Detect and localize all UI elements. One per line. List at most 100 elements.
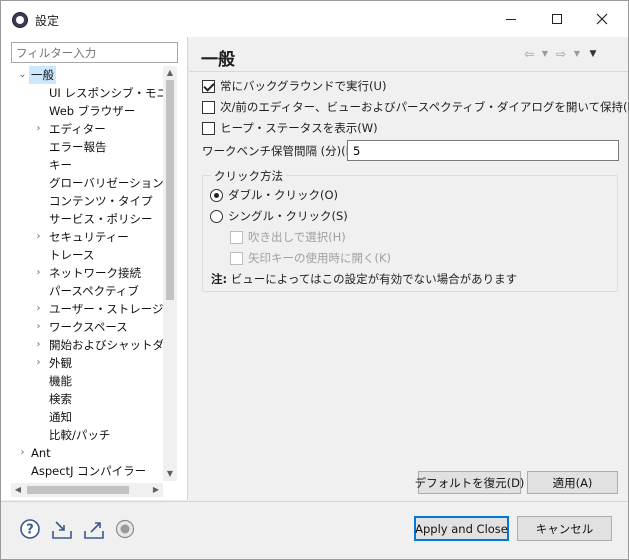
tree-item[interactable]: キー [1,156,163,174]
tree-item[interactable]: AspectJ コンパイラー [1,462,163,480]
maximize-icon [552,14,562,24]
double-click-option[interactable]: ダブル・クリック(O) [210,186,338,204]
note-text: ビューによってはこの設定が有効でない場合があります [227,272,518,286]
single-click-radio[interactable] [210,209,223,223]
tree-item-label: 外観 [49,356,72,370]
tree-item-label: キー [49,158,72,172]
note-prefix: 注: [211,272,228,286]
tree-item[interactable]: Web ブラウザー [1,102,163,120]
tree-item-label: セキュリティー [49,230,129,244]
tree-item[interactable]: ⌄ 一般 [1,66,163,84]
tree-item-label: サービス・ポリシー [49,212,153,226]
select-on-hover-label: 吹き出しで選択(H) [248,230,346,244]
tree-item-label: 検索 [49,392,72,406]
show-heap-checkbox[interactable] [202,121,215,135]
close-button[interactable] [579,1,625,37]
scroll-left-icon[interactable]: ◀ [11,483,25,497]
tree-item-label: AspectJ コンパイラー [31,464,147,478]
tree-item[interactable]: グローバリゼーション [1,174,163,192]
keep-next-prev-option[interactable]: 次/前のエディター、ビューおよびパースペクティブ・ダイアログを開いて保持(N) [202,98,629,116]
tree-item[interactable]: 通知 [1,408,163,426]
tree-item[interactable]: › ネットワーク接続 [1,264,163,282]
tree-item[interactable]: › ユーザー・ストレージ・サー [1,300,164,318]
page-title: 一般 [201,50,235,70]
oomph-setup-icon[interactable] [114,518,136,540]
tree-item[interactable]: 機能 [1,372,163,390]
tree-item-label: コンテンツ・タイプ [49,194,153,208]
view-menu-icon[interactable]: ▼ [586,47,600,61]
tree-item-label: 比較/パッチ [49,428,111,442]
tree-item[interactable]: › 外観 [1,354,163,372]
tree-item[interactable]: サービス・ポリシー [1,210,163,228]
open-on-arrow-option: 矢印キーの使用時に開く(K) [230,249,391,267]
scroll-thumb[interactable] [27,486,129,494]
show-heap-option[interactable]: ヒープ・ステータスを表示(W) [202,119,378,137]
double-click-radio[interactable] [210,188,223,202]
eclipse-app-icon [12,12,28,28]
close-icon [596,13,608,25]
tree-item[interactable]: トレース [1,246,163,264]
tree-item-label: エラー報告 [49,140,107,154]
chevron-right-icon[interactable]: › [34,300,43,318]
tree-item[interactable]: エラー報告 [1,138,163,156]
title-bar: 設定 [1,1,628,37]
scroll-up-icon[interactable]: ▲ [163,66,177,80]
chevron-right-icon[interactable]: › [34,228,43,246]
tree-item[interactable]: 検索 [1,390,163,408]
cancel-button[interactable]: キャンセル [517,516,612,541]
forward-arrow-icon[interactable]: ⇨ [554,47,568,61]
select-on-hover-option: 吹き出しで選択(H) [230,228,346,246]
preference-tree: ⌄一般 UI レスポンシブ・モニター Web ブラウザー › エディターエラー報告キーグ… [1,66,163,481]
scroll-right-icon[interactable]: ▶ [149,483,163,497]
import-icon[interactable] [51,518,73,540]
always-background-checkbox[interactable] [202,79,215,93]
tree-item[interactable]: › Ant [1,444,163,462]
tree-vertical-scrollbar[interactable]: ▲ ▼ [163,66,177,481]
save-interval-label: ワークベンチ保管間隔 (分)(I): [202,144,358,158]
chevron-right-icon[interactable]: › [34,354,43,372]
back-arrow-icon[interactable]: ⇦ [522,47,536,61]
keep-next-prev-label: 次/前のエディター、ビューおよびパースペクティブ・ダイアログを開いて保持(N) [220,100,629,114]
filter-input[interactable] [11,42,178,63]
chevron-right-icon[interactable]: › [34,264,43,282]
click-method-note: 注: ビューによってはこの設定が有効でない場合があります [211,271,517,287]
window-title: 設定 [35,14,60,28]
help-icon[interactable]: ? [19,518,41,540]
apply-button[interactable]: 適用(A) [527,471,618,494]
tree-item[interactable]: › セキュリティー [1,228,163,246]
general-preference-page: 一般 ⇦ ▼ ⇨ ▼ ▼ 常にバックグラウンドで実行(U) 次/前のエディター、… [189,37,629,500]
maximize-button[interactable] [534,1,580,37]
chevron-right-icon[interactable]: › [18,444,27,462]
chevron-right-icon[interactable]: › [34,120,43,138]
scroll-down-icon[interactable]: ▼ [163,467,177,481]
tree-horizontal-scrollbar[interactable]: ◀ ▶ [11,483,163,497]
export-icon[interactable] [83,518,105,540]
tree-item[interactable]: 比較/パッチ [1,426,163,444]
tree-item[interactable]: › ワークスペース [1,318,163,336]
always-background-option[interactable]: 常にバックグラウンドで実行(U) [202,77,386,95]
tree-item[interactable]: › エディター [1,120,163,138]
forward-dropdown-icon[interactable]: ▼ [570,47,584,61]
tree-item-label: ユーザー・ストレージ・サー [49,302,163,316]
chevron-right-icon[interactable]: › [34,318,43,336]
tree-item-label: 開始およびシャットダウン [49,338,163,352]
show-heap-label: ヒープ・ステータスを表示(W) [220,121,378,135]
select-on-hover-checkbox [230,230,243,244]
svg-text:?: ? [26,523,34,538]
tree-item[interactable]: › 開始およびシャットダウン [1,336,164,354]
minimize-button[interactable] [488,1,534,37]
chevron-down-icon[interactable]: ⌄ [18,66,27,84]
double-click-label: ダブル・クリック(O) [228,188,339,202]
tree-item[interactable]: パースペクティブ [1,282,163,300]
save-interval-input[interactable] [347,140,619,161]
chevron-right-icon[interactable]: › [34,336,43,354]
single-click-option[interactable]: シングル・クリック(S) [210,207,348,225]
tree-item[interactable]: UI レスポンシブ・モニター [1,84,163,102]
dialog-button-bar: ? Apply and Close キャンセル [1,501,628,559]
tree-item[interactable]: コンテンツ・タイプ [1,192,163,210]
restore-defaults-button[interactable]: デフォルトを復元(D) [415,471,524,494]
keep-next-prev-checkbox[interactable] [202,100,215,114]
back-dropdown-icon[interactable]: ▼ [538,47,552,61]
apply-and-close-button[interactable]: Apply and Close [414,516,509,541]
scroll-thumb[interactable] [166,80,174,300]
